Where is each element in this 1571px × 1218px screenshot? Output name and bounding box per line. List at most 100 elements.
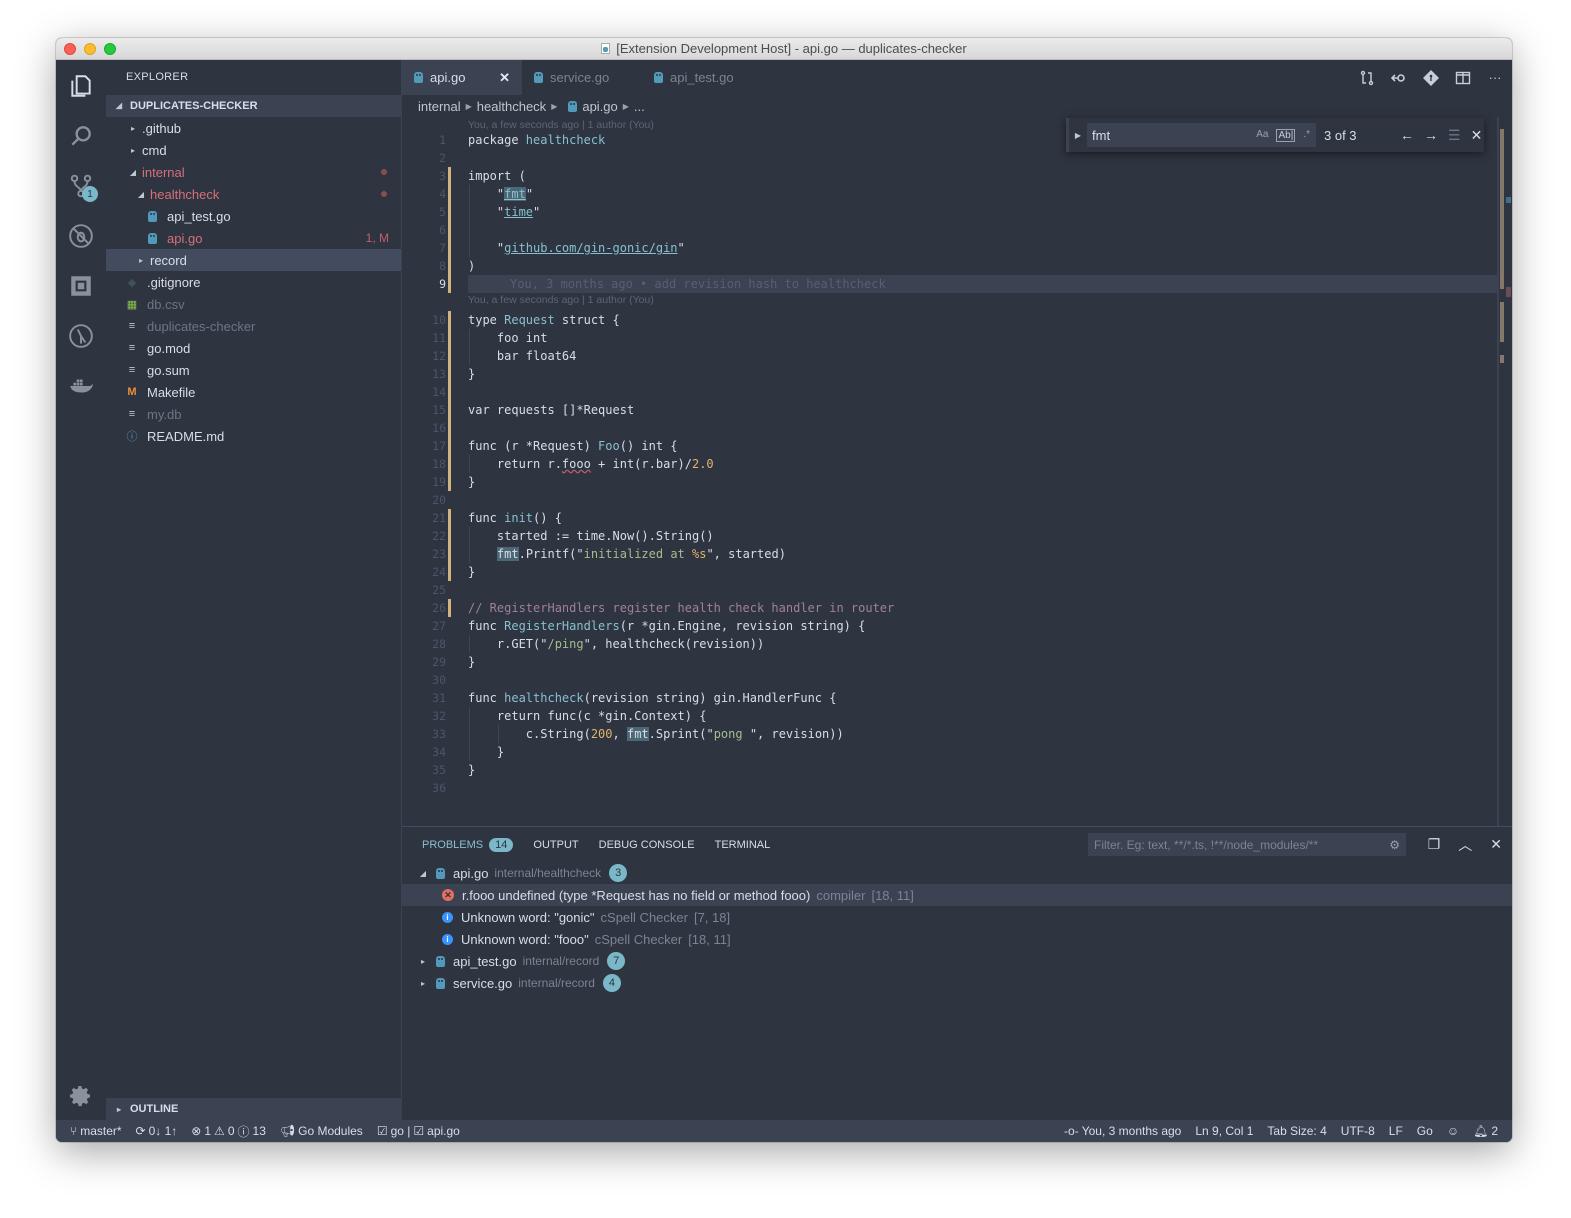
debug-icon[interactable] [56, 212, 106, 260]
split-editor-icon[interactable] [1454, 69, 1472, 87]
tree-item-record[interactable]: ▸ record [106, 249, 401, 271]
problem-item[interactable]: i Unknown word: "gonic" cSpell Checker [7, … [402, 906, 1512, 928]
git-blame-status[interactable]: -o- You, 3 months ago [1064, 1124, 1181, 1138]
code-editor[interactable]: You, a few seconds ago | 1 author (You) 1… [402, 117, 1498, 826]
docker-icon[interactable] [56, 362, 106, 410]
collapse-all-icon[interactable]: ❐ [1428, 836, 1441, 853]
tree-item-db-csv[interactable]: ▦ db.csv [106, 293, 401, 315]
tree-item-go-sum[interactable]: ≡ go.sum [106, 359, 401, 381]
open-changes-icon[interactable] [1390, 69, 1408, 87]
codelens-blame[interactable]: You, a few seconds ago | 1 author (You) [468, 119, 654, 131]
problems-filter-input[interactable] [1094, 837, 1374, 852]
codelens-blame[interactable]: You, a few seconds ago | 1 author (You) [468, 294, 654, 306]
gear-icon[interactable] [56, 1072, 106, 1120]
sync-status[interactable]: ⟳ 0↓ 1↑ [136, 1124, 178, 1138]
problem-file-group[interactable]: ▸ service.go internal/record 4 [402, 972, 1512, 994]
find-input[interactable] [1092, 127, 1242, 143]
tree-item-api-test-go[interactable]: api_test.go [106, 205, 401, 227]
tab-size[interactable]: Tab Size: 4 [1267, 1124, 1326, 1138]
code-line: 17 func (r *Request) Foo() int { [402, 437, 1498, 455]
source-control-icon[interactable]: 1 [56, 162, 106, 210]
compare-changes-icon[interactable] [1358, 69, 1376, 87]
language-mode[interactable]: Go [1417, 1124, 1433, 1138]
code-text: func (r *Request) Foo() int { [468, 439, 678, 453]
search-icon[interactable] [56, 112, 106, 160]
encoding[interactable]: UTF-8 [1341, 1124, 1375, 1138]
tree-item-github[interactable]: ▸ .github [106, 117, 401, 139]
git-commit-icon[interactable] [1422, 69, 1440, 87]
extensions-icon[interactable] [56, 262, 106, 310]
go-modules-status[interactable]: 📢︎ Go Modules [280, 1124, 363, 1138]
line-number: 11 [432, 331, 446, 345]
tree-item-cmd[interactable]: ▸ cmd [106, 139, 401, 161]
go-env-status[interactable]: ☑ go | ☑ api.go [377, 1124, 460, 1138]
previous-match-icon[interactable]: ← [1400, 127, 1414, 144]
line-number: 33 [432, 727, 446, 741]
tree-item-duplicates-checker[interactable]: ≡ duplicates-checker [106, 315, 401, 337]
explorer-icon[interactable] [56, 62, 106, 110]
tab-api-test-go[interactable]: api_test.go [642, 60, 762, 95]
breadcrumb-item[interactable]: internal [418, 99, 461, 114]
outline-section-header[interactable]: ▸ OUTLINE [106, 1098, 401, 1120]
problem-file-group[interactable]: ◢ api.go internal/healthcheck 3 [402, 862, 1512, 884]
feedback-smiley-icon[interactable]: ☺ [1447, 1124, 1459, 1138]
line-number: 12 [432, 349, 446, 363]
find-in-selection-icon[interactable]: ☰ [1448, 127, 1461, 144]
git-modified-gutter[interactable] [448, 599, 451, 617]
problem-message: Unknown word: "gonic" [461, 909, 595, 925]
text-file-icon: ≡ [128, 342, 136, 354]
notifications-status[interactable]: 🔔︎ 2 [1473, 1124, 1498, 1138]
tab-output[interactable]: OUTPUT [533, 839, 578, 851]
breadcrumb-item[interactable]: healthcheck [477, 99, 546, 114]
match-whole-word-toggle[interactable]: Ab| [1276, 128, 1296, 142]
overview-ruler-scrollbar[interactable] [1498, 117, 1512, 826]
gitlens-icon[interactable] [56, 312, 106, 360]
match-case-toggle[interactable]: Aa [1256, 129, 1268, 142]
tab-terminal[interactable]: TERMINAL [715, 839, 771, 851]
toggle-replace-icon[interactable]: ▶ [1069, 131, 1087, 140]
tree-item-api-go[interactable]: api.go 1, M [106, 227, 401, 249]
breadcrumb-item[interactable]: api.go [582, 99, 617, 114]
tree-item-my-db[interactable]: ≡ my.db [106, 403, 401, 425]
maximize-panel-icon[interactable]: ︿ [1458, 835, 1472, 855]
tree-item-readme-md[interactable]: ⓘ README.md [106, 425, 401, 447]
modified-dot [381, 169, 387, 175]
tree-item-healthcheck[interactable]: ◢ healthcheck [106, 183, 401, 205]
problems-status[interactable]: ⊗ 1 ⚠ 0 ⓘ 13 [191, 1123, 266, 1140]
more-actions-icon[interactable]: ··· [1486, 69, 1504, 87]
tree-item-makefile[interactable]: M Makefile [106, 381, 401, 403]
git-modified-gutter[interactable] [448, 167, 451, 293]
tree-item-go-mod[interactable]: ≡ go.mod [106, 337, 401, 359]
use-regex-toggle[interactable]: .* [1303, 129, 1310, 142]
git-modified-gutter[interactable] [448, 509, 451, 581]
problem-file-group[interactable]: ▸ api_test.go internal/record 7 [402, 950, 1512, 972]
tab-debug-console[interactable]: DEBUG CONSOLE [599, 839, 695, 851]
tab-service-go[interactable]: service.go [522, 60, 642, 95]
breadcrumb-item[interactable]: ... [634, 99, 645, 114]
maximize-window-button[interactable] [104, 43, 116, 55]
filter-settings-icon[interactable]: ⚙ [1389, 838, 1400, 852]
tree-item-internal[interactable]: ◢ internal [106, 161, 401, 183]
close-panel-icon[interactable]: ✕ [1490, 836, 1502, 853]
cursor-position[interactable]: Ln 9, Col 1 [1195, 1124, 1253, 1138]
workspace-root-header[interactable]: ◢ DUPLICATES-CHECKER [106, 95, 401, 117]
tab-api-go[interactable]: api.go ✕ [402, 60, 522, 95]
info-icon: i [442, 933, 453, 945]
go-file-icon [568, 100, 578, 112]
end-of-line[interactable]: LF [1389, 1124, 1403, 1138]
tree-item-label: .github [142, 120, 182, 136]
sync-counts: 0↓ 1↑ [148, 1124, 178, 1138]
git-modified-gutter[interactable] [448, 311, 451, 491]
git-branch-icon: ⑂ [70, 1124, 78, 1138]
close-find-icon[interactable]: ✕ [1471, 127, 1483, 144]
close-window-button[interactable] [64, 43, 76, 55]
git-branch-status[interactable]: ⑂ master* [70, 1124, 122, 1138]
tab-problems[interactable]: PROBLEMS 14 [422, 837, 514, 852]
problem-item[interactable]: ✕ r.fooo undefined (type *Request has no … [402, 884, 1512, 906]
error-icon: ⊗ [191, 1124, 202, 1138]
next-match-icon[interactable]: → [1424, 127, 1438, 144]
minimize-window-button[interactable] [84, 43, 96, 55]
close-icon[interactable]: ✕ [499, 70, 510, 86]
problem-item[interactable]: i Unknown word: "fooo" cSpell Checker [18, … [402, 928, 1512, 950]
tree-item-gitignore[interactable]: ◆ .gitignore [106, 271, 401, 293]
